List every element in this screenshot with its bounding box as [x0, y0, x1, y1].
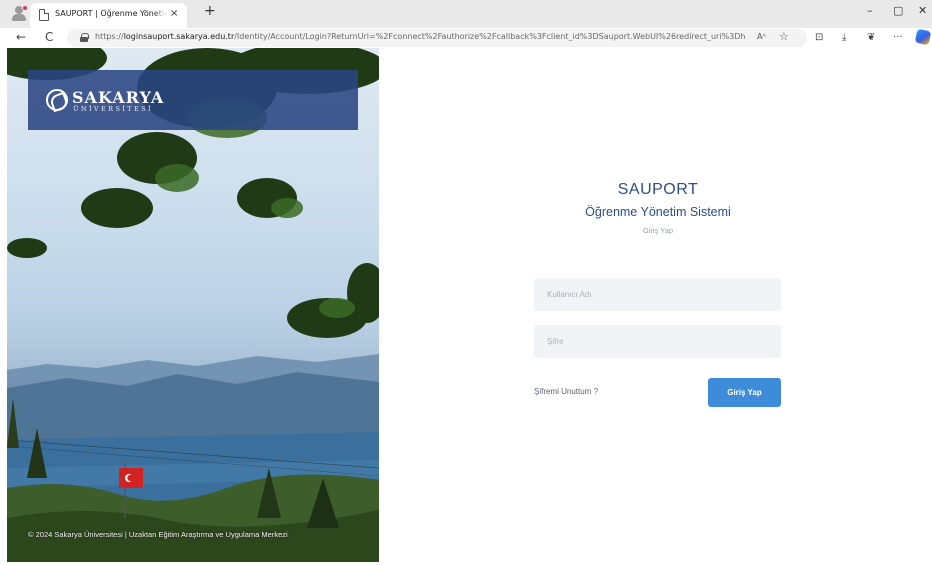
login-panel: SAUPORT Öğrenme Yönetim Sistemi Giriş Ya…: [534, 48, 782, 548]
refresh-icon[interactable]: C: [45, 30, 53, 44]
university-logo: SAKARYA ÜNİVERSİTESİ: [28, 70, 358, 130]
new-tab-icon[interactable]: +: [204, 3, 216, 19]
username-input[interactable]: [534, 278, 781, 311]
copyright-footer: © 2024 Sakarya Üniversitesi | Uzaktan Eğ…: [28, 530, 288, 539]
copilot-icon[interactable]: [914, 28, 932, 46]
tab-close-icon[interactable]: ×: [170, 8, 178, 19]
more-icon[interactable]: ···: [893, 32, 903, 43]
favorite-icon[interactable]: ☆: [779, 30, 789, 43]
browser-tab[interactable]: SAUPORT | Öğrenme Yönetim Sist ×: [30, 3, 187, 28]
close-window-icon[interactable]: ✕: [918, 4, 927, 17]
login-hint: Giriş Yap: [642, 226, 674, 235]
back-icon[interactable]: ←: [16, 30, 26, 44]
university-emblem-icon: [46, 89, 68, 111]
brand-title: SAUPORT: [617, 181, 699, 198]
tab-title: SAUPORT | Öğrenme Yönetim Sist: [55, 9, 167, 18]
maximize-icon[interactable]: ▢: [893, 4, 903, 17]
browser-tab-bar: SAUPORT | Öğrenme Yönetim Sist × + – ▢ ✕: [0, 0, 932, 28]
url-text[interactable]: https://loginsauport.sakarya.edu.tr/Iden…: [95, 32, 745, 41]
downloads-icon[interactable]: ⤓: [842, 32, 846, 43]
password-input[interactable]: [534, 325, 781, 358]
page-content: SAKARYA ÜNİVERSİTESİ © 2024 Sakarya Üniv…: [0, 48, 932, 565]
browser-toolbar: ← C https://loginsauport.sakarya.edu.tr/…: [0, 28, 932, 48]
login-button[interactable]: Giriş Yap: [708, 378, 781, 407]
forgot-password-link[interactable]: Şifremi Unuttum ?: [534, 387, 598, 396]
lock-icon[interactable]: [80, 33, 89, 42]
logo-subtitle: ÜNİVERSİTESİ: [73, 105, 153, 113]
address-bar[interactable]: https://loginsauport.sakarya.edu.tr/Iden…: [67, 29, 807, 47]
page-icon: [39, 9, 49, 21]
read-aloud-icon[interactable]: Aᴬ: [757, 32, 766, 41]
extensions-icon[interactable]: ❦: [867, 32, 875, 43]
hero-image: SAKARYA ÜNİVERSİTESİ © 2024 Sakarya Üniv…: [7, 48, 379, 562]
system-subtitle: Öğrenme Yönetim Sistemi: [585, 205, 731, 219]
split-screen-icon[interactable]: ⊡: [815, 32, 823, 43]
minimize-icon[interactable]: –: [867, 4, 873, 17]
profile-icon[interactable]: [11, 5, 28, 21]
